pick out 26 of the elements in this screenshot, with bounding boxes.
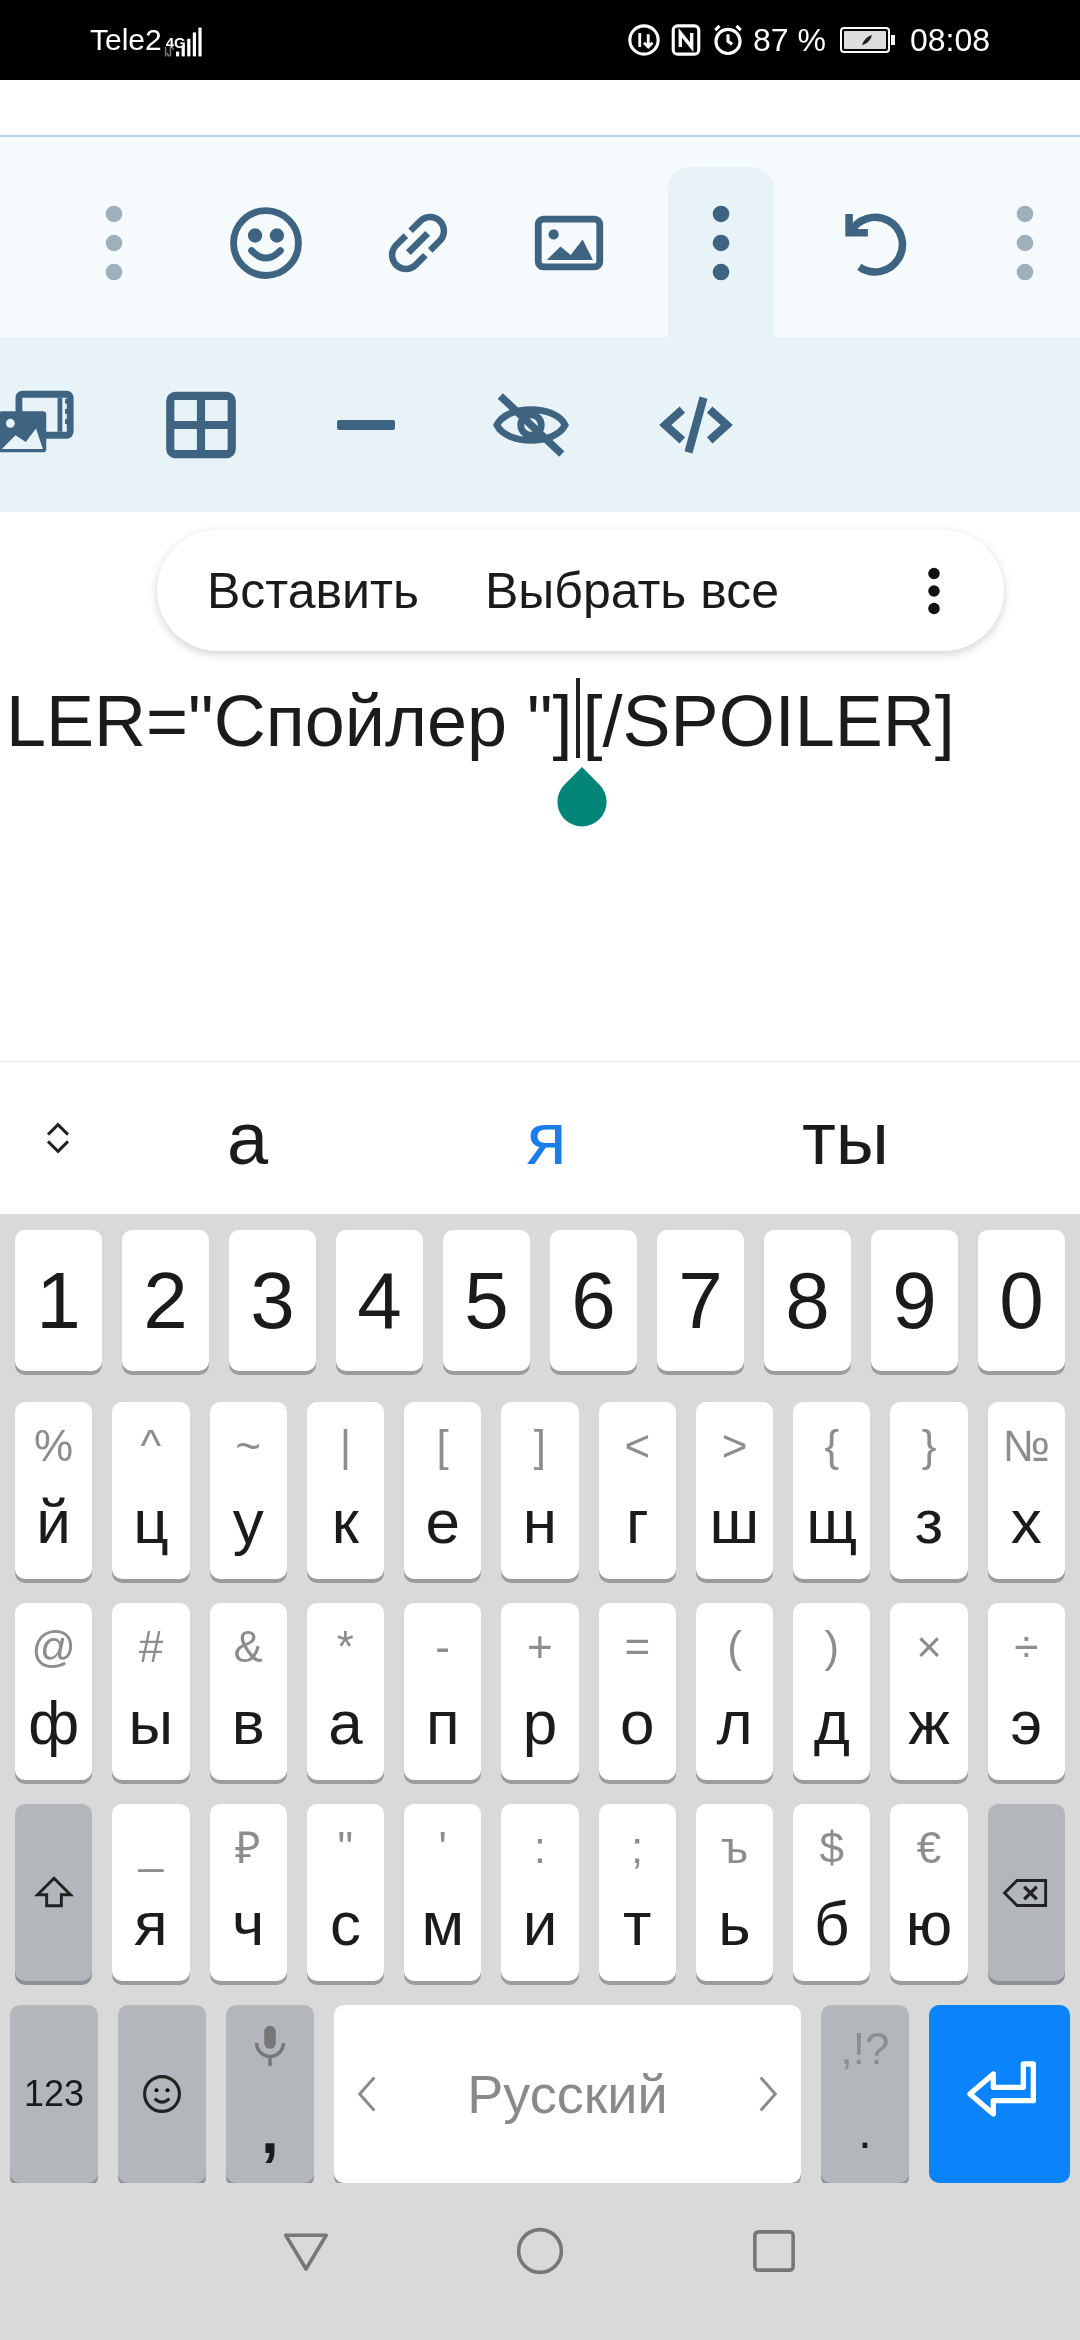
emoji-key[interactable] [118,2005,206,2183]
enter-key[interactable] [929,2005,1070,2183]
nfc-icon [669,23,703,57]
menu-item[interactable]: Вставить [207,561,419,620]
editor-text: [/SPOILER] [582,681,955,761]
period-key[interactable]: ,!? . [821,2005,909,2183]
menu-item[interactable]: Выбрать все [484,561,780,620]
toolbar-button[interactable] [668,167,775,337]
alarm-icon [711,23,745,57]
more-icon [1014,204,1035,282]
editor-area[interactable]: Вставить Выбрать все LER="Спойлер "][/SPOILER] [0,512,1080,1062]
suggestion[interactable]: я [397,1095,696,1181]
network-type: 4G [165,34,186,51]
battery-percent: 87 % [753,21,826,59]
carrier-name: Tele2 [90,23,162,57]
signal-icon [163,26,204,58]
comma-key[interactable]: , [226,2005,314,2183]
more-icon [711,204,732,282]
clock: 08:08 [909,21,990,59]
suggestion[interactable]: а [98,1095,397,1181]
battery-icon [839,26,896,54]
data-saver-icon [627,23,661,57]
symbols-key[interactable]: 123 [10,2005,98,2183]
suggestion[interactable]: ты [696,1095,995,1181]
more-icon [104,204,124,282]
editor-text: LER="Спойлер "] [6,681,573,761]
